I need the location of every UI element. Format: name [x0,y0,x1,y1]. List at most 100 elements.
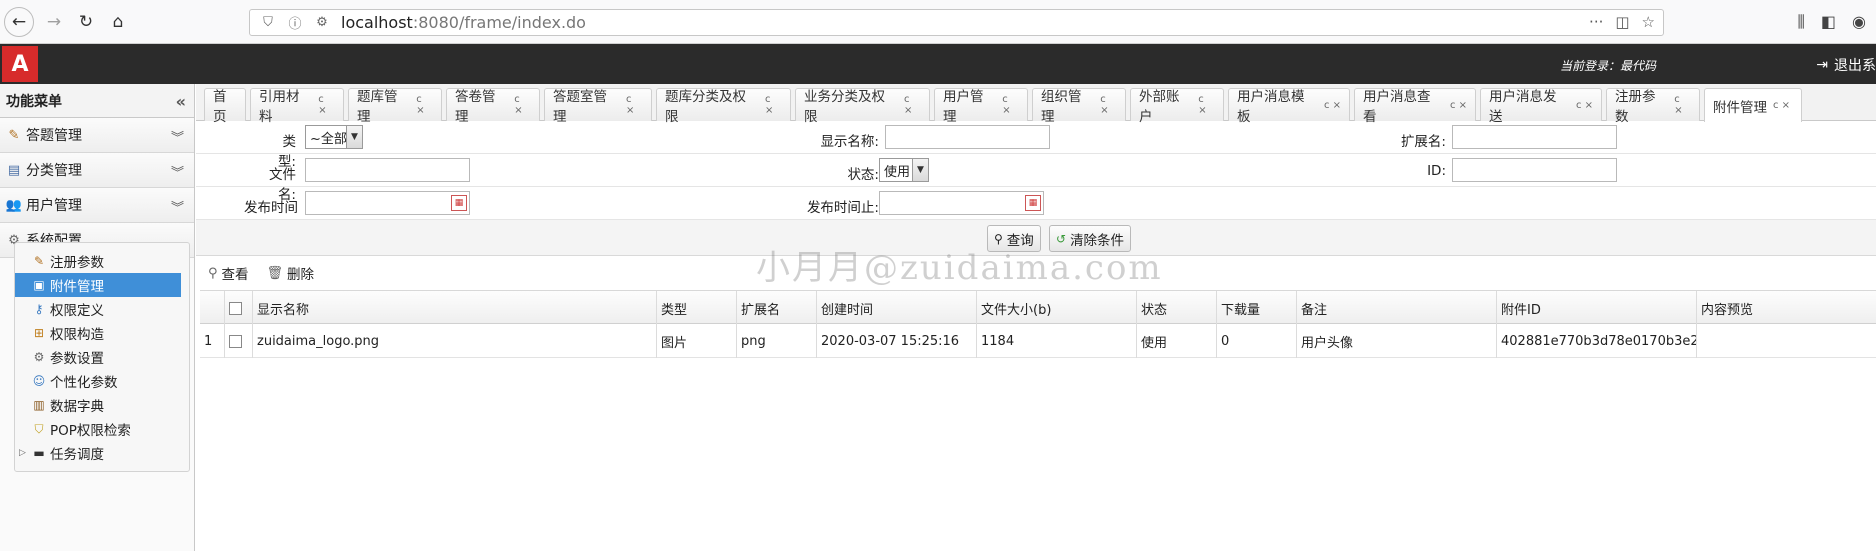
tree-item-task-schedule[interactable]: ▷ ▬ 任务调度 [15,441,189,465]
col-attachment-id[interactable]: 附件ID [1496,291,1696,325]
tab-home[interactable]: 首页 [204,88,246,125]
section-label: 分类管理 [26,163,82,179]
tab-close-icon[interactable]: c × [765,94,782,116]
tab-close-icon[interactable]: c × [416,94,433,116]
tab-close-icon[interactable]: c × [1002,94,1019,116]
table-row[interactable]: 1 zuidaima_logo.png 图片 png 2020-03-07 15… [200,324,1876,358]
tree-item-attachments[interactable]: ▣ 附件管理 [15,273,181,297]
type-select[interactable]: ~全部~ ▼ [305,125,363,149]
tab-references[interactable]: 引用材料 c × [250,88,344,125]
row-checkbox[interactable] [229,334,242,348]
tab-close-icon[interactable]: c × [1198,94,1215,116]
reload-icon[interactable]: ↻ [72,8,100,36]
tree-item-register-params[interactable]: ✎ 注册参数 [15,249,189,273]
tab-question-bank[interactable]: 题库管理 c × [348,88,442,125]
account-icon[interactable]: ◉ [1852,12,1866,32]
col-ext[interactable]: 扩展名 [736,291,816,325]
ext-input[interactable] [1452,125,1617,149]
col-display-name[interactable]: 显示名称 [252,291,656,325]
view-button-label: 查看 [221,267,249,283]
tab-org-management[interactable]: 组织管理 c × [1032,88,1126,125]
tab-label: 业务分类及权限 [804,89,885,125]
gear-icon: ⚙ [33,350,45,364]
tab-close-icon[interactable]: c × [1324,100,1341,111]
calendar-icon[interactable]: ▦ [451,195,467,211]
tab-answer-room[interactable]: 答题室管理 c × [544,88,652,125]
bookmark-star-icon[interactable]: ☆ [1642,13,1655,31]
tree-item-personal-params[interactable]: ☺ 个性化参数 [15,369,189,393]
filename-input[interactable] [305,158,470,182]
cell-attachment-id: 402881e770b3d78e0170b3e2484b [1496,324,1696,358]
tree-item-pop-permission[interactable]: ⛉ POP权限检索 [15,417,189,441]
tree-item-label: 权限构造 [50,327,104,343]
col-status[interactable]: 状态 [1136,291,1216,325]
tab-external-accounts[interactable]: 外部账户 c × [1130,88,1224,125]
id-input[interactable] [1452,158,1617,182]
select-all-checkbox[interactable] [229,301,242,315]
tab-bank-category[interactable]: 题库分类及权限 c × [656,88,791,125]
pocket-icon[interactable]: ◫ [1615,13,1629,31]
page-actions-icon[interactable]: ··· [1589,13,1603,31]
col-header-text: 内容预览 [1701,302,1754,318]
home-icon[interactable]: ⌂ [104,8,132,36]
tree-item-data-dictionary[interactable]: ▥ 数据字典 [15,393,189,417]
tab-label: 附件管理 [1713,99,1767,116]
tab-attachments[interactable]: 附件管理 c × [1704,88,1802,122]
tab-answer-sheets[interactable]: 答卷管理 c × [446,88,540,125]
col-downloads[interactable]: 下载量 [1216,291,1296,325]
tab-user-management[interactable]: 用户管理 c × [934,88,1028,125]
col-preview[interactable]: 内容预览 [1696,291,1876,325]
sidebar-section-answer[interactable]: ✎ 答题管理 ︾ [0,118,194,153]
pub-from-input[interactable]: ▦ [305,191,470,215]
back-icon[interactable]: ← [4,7,34,37]
tab-close-icon[interactable]: c × [904,94,921,116]
sidebar-section-users[interactable]: 👥 用户管理 ︾ [0,188,194,223]
col-type[interactable]: 类型 [656,291,736,325]
shield-icon[interactable]: ⛉ [259,14,277,32]
tab-business-category[interactable]: 业务分类及权限 c × [795,88,930,125]
url-text[interactable]: localhost:8080/frame/index.do [341,13,586,32]
tab-close-icon[interactable]: c × [1576,100,1593,111]
tab-close-icon[interactable]: c × [1674,94,1691,116]
forward-icon[interactable]: → [40,8,68,36]
chevron-down-icon[interactable]: ︾ [171,127,184,146]
tab-register-params[interactable]: 注册参数 c × [1606,88,1700,125]
permissions-icon[interactable]: ⚙ [313,14,331,32]
col-size[interactable]: 文件大小(b) [976,291,1136,325]
system-config-tree: ✎ 注册参数 ▣ 附件管理 ⚷ 权限定义 ⊞ 权限构造 ⚙ 参数设置 ☺ 个性化参数 ▥ 数据… [14,242,190,472]
chevron-down-icon[interactable]: ︾ [171,162,184,181]
collapse-sidebar-icon[interactable]: « [176,92,186,111]
col-created[interactable]: 创建时间 [816,291,976,325]
tab-label: 题库管理 [357,89,398,125]
info-icon[interactable]: ⓘ [286,14,304,32]
display-name-input[interactable] [885,125,1050,149]
view-button[interactable]: ⚲ 查看 [208,263,249,284]
shield-icon: ⛉ [34,421,44,436]
tree-item-permission-build[interactable]: ⊞ 权限构造 [15,321,189,345]
tab-close-icon[interactable]: c × [626,94,643,116]
tab-close-icon[interactable]: c × [514,94,531,116]
chevron-down-icon[interactable]: ︾ [171,197,184,216]
status-select[interactable]: 使用 ▼ [879,158,929,182]
tab-message-view[interactable]: 用户消息查看 c × [1354,88,1476,125]
tree-item-param-settings[interactable]: ⚙ 参数设置 [15,345,189,369]
address-bar[interactable]: ⛉ ⓘ ⚙ localhost:8080/frame/index.do ··· … [249,9,1664,36]
expand-icon[interactable]: ▷ [19,448,26,458]
sidebar-toggle-icon[interactable]: ◧ [1821,12,1836,32]
sidebar-section-category[interactable]: ▤ 分类管理 ︾ [0,153,194,188]
logout-button[interactable]: ⇥ 退出系 [1816,55,1876,75]
tab-message-templates[interactable]: 用户消息模板 c × [1228,88,1350,125]
calendar-icon[interactable]: ▦ [1025,195,1041,211]
pub-to-input[interactable]: ▦ [879,191,1044,215]
delete-button[interactable]: 🗑 删除 [267,263,315,284]
tab-close-icon[interactable]: c × [1450,100,1467,111]
tab-close-icon[interactable]: c × [1773,100,1790,111]
tab-close-icon[interactable]: c × [1100,94,1117,116]
tree-item-permission-def[interactable]: ⚷ 权限定义 [15,297,189,321]
search-form: 类型: ~全部~ ▼ 显示名称: 扩展名: 文件名: 状态: 使用 ▼ ID: 发布… [196,121,1876,256]
tab-label: 用户消息模板 [1237,89,1305,125]
col-remark[interactable]: 备注 [1296,291,1496,325]
library-icon[interactable]: ⫼ [1798,12,1805,32]
tab-close-icon[interactable]: c × [318,94,335,116]
tab-message-send[interactable]: 用户消息发送 c × [1480,88,1602,125]
